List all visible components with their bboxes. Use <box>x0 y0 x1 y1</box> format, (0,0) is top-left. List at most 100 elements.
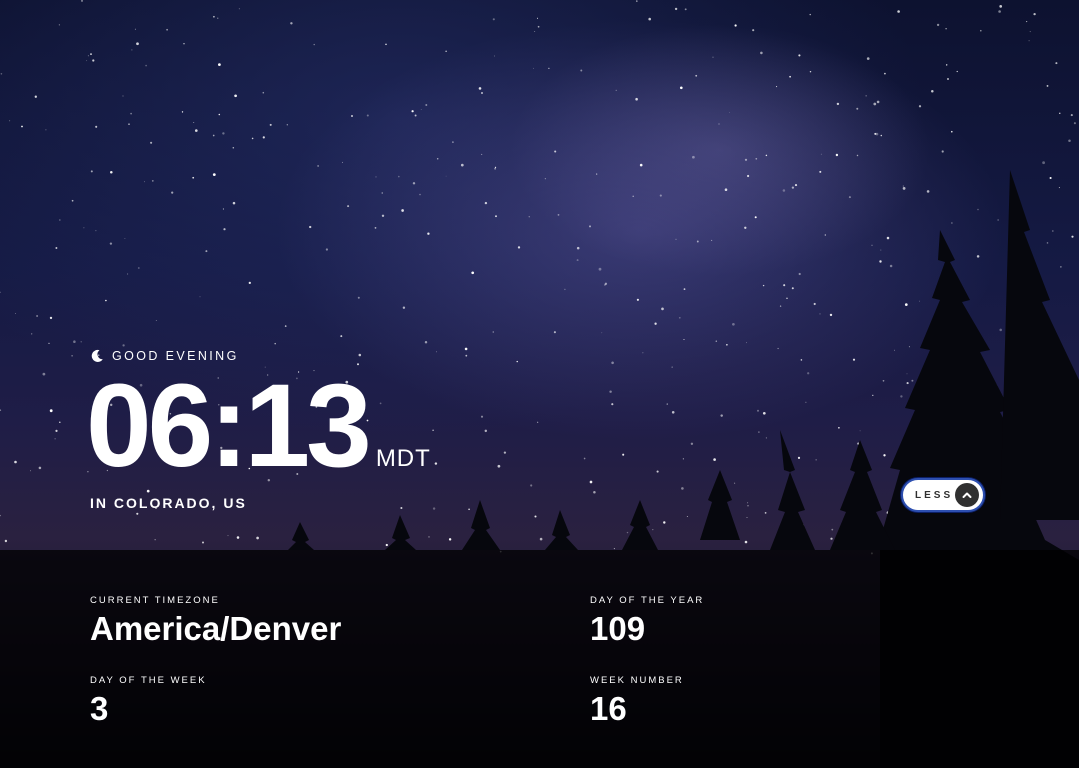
star <box>859 430 861 432</box>
star <box>831 528 834 531</box>
star <box>684 8 687 11</box>
star <box>492 18 495 21</box>
star <box>632 195 634 198</box>
star <box>222 208 224 210</box>
star <box>222 132 225 135</box>
star <box>884 72 886 75</box>
star <box>797 456 801 459</box>
star <box>385 43 387 46</box>
star <box>495 215 497 218</box>
star <box>217 17 219 19</box>
star <box>14 460 17 464</box>
star <box>615 89 617 92</box>
star <box>764 512 767 514</box>
star <box>213 15 215 18</box>
star <box>652 529 654 531</box>
star <box>593 490 596 494</box>
star <box>92 59 95 62</box>
star <box>374 227 377 229</box>
star <box>1033 12 1036 16</box>
star <box>724 188 728 191</box>
star <box>183 43 185 45</box>
star <box>1049 176 1052 180</box>
star <box>137 267 140 269</box>
star <box>883 454 886 457</box>
star <box>131 49 133 51</box>
location-text: IN COLORADO, US <box>90 495 247 511</box>
star <box>755 157 758 160</box>
star <box>0 514 1 517</box>
star <box>127 273 129 275</box>
star <box>274 342 276 345</box>
star <box>976 255 980 258</box>
star <box>746 517 748 518</box>
star <box>87 55 89 57</box>
star <box>678 316 681 319</box>
star <box>754 216 757 219</box>
star <box>238 8 240 10</box>
star <box>424 341 428 344</box>
star <box>414 114 417 117</box>
star <box>865 95 867 97</box>
star <box>73 340 76 343</box>
star <box>715 340 718 342</box>
star <box>576 259 579 262</box>
star <box>894 349 895 351</box>
star <box>223 228 226 231</box>
star <box>42 372 46 376</box>
star <box>375 176 377 178</box>
star <box>86 60 88 62</box>
star <box>936 23 940 27</box>
star <box>734 482 736 484</box>
star <box>136 42 139 46</box>
star <box>654 322 657 325</box>
star <box>786 297 788 300</box>
week-number-label: WEEK NUMBER <box>590 675 684 686</box>
star <box>54 438 56 440</box>
star <box>919 300 920 302</box>
less-button[interactable]: LESS <box>901 478 985 512</box>
star <box>807 372 810 375</box>
star <box>671 366 673 368</box>
star <box>484 429 488 433</box>
star <box>134 28 136 30</box>
star <box>897 10 900 13</box>
star <box>29 470 32 472</box>
star <box>286 124 288 126</box>
star <box>448 538 452 541</box>
star <box>1073 122 1076 125</box>
star <box>906 382 909 385</box>
star <box>663 521 666 524</box>
star <box>15 313 16 314</box>
star <box>38 466 42 470</box>
star <box>1026 21 1028 23</box>
star <box>977 208 979 211</box>
star <box>997 219 999 221</box>
star <box>427 232 430 235</box>
star <box>136 512 139 515</box>
star <box>4 539 8 543</box>
star <box>947 78 949 80</box>
star <box>674 7 678 11</box>
star <box>539 537 543 541</box>
current-timezone-value: America/Denver <box>90 610 342 647</box>
star <box>626 531 629 534</box>
star <box>798 54 801 57</box>
star <box>151 180 154 182</box>
star <box>686 515 688 517</box>
star <box>340 335 343 338</box>
star <box>783 284 786 287</box>
star <box>904 303 908 306</box>
timezone-abbreviation: MDT <box>375 445 431 472</box>
star <box>347 205 350 208</box>
star <box>926 190 930 193</box>
star <box>815 459 817 461</box>
star <box>445 175 447 177</box>
star <box>537 421 539 423</box>
star <box>683 288 686 290</box>
star <box>729 112 731 113</box>
star <box>227 535 229 537</box>
star <box>879 260 882 263</box>
day-of-week-value: 3 <box>90 690 109 727</box>
star <box>882 379 885 382</box>
